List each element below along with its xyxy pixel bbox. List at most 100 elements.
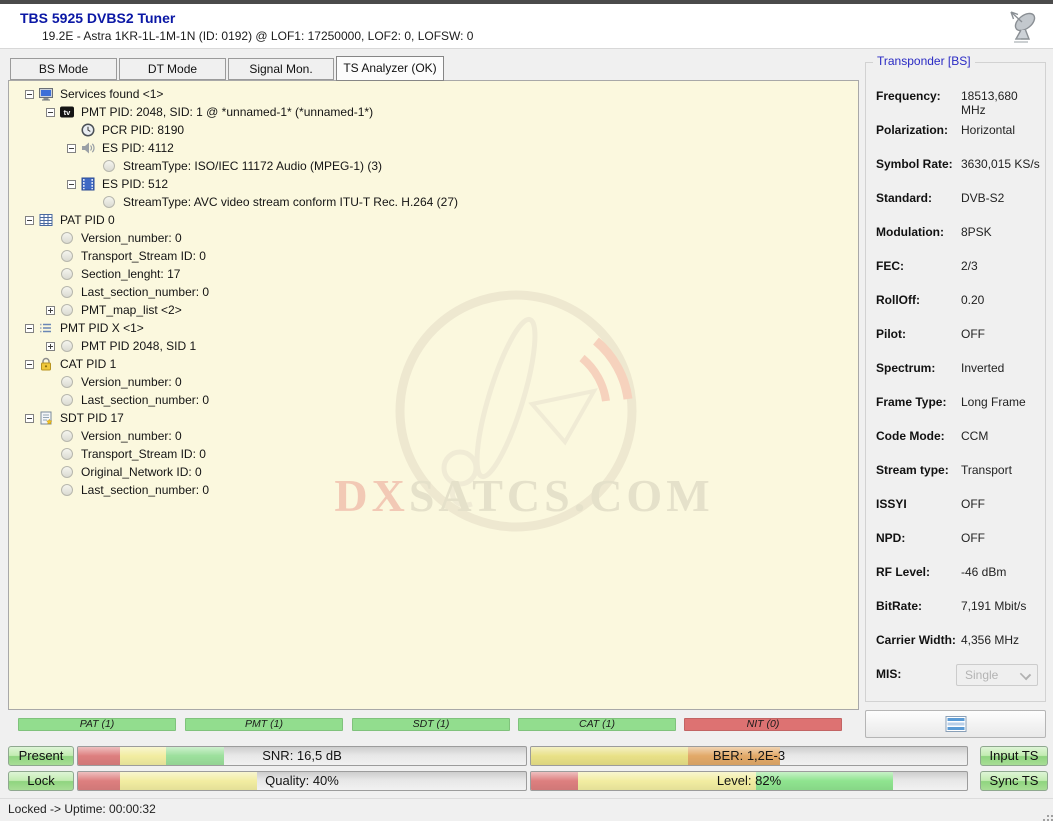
transponder-field-label: Modulation: bbox=[876, 225, 944, 239]
transponder-field-label: Carrier Width: bbox=[876, 633, 956, 647]
tree-row[interactable]: PCR PID: 8190 bbox=[9, 121, 858, 139]
tree-row[interactable]: Section_lenght: 17 bbox=[9, 265, 858, 283]
tree-row[interactable]: Last_section_number: 0 bbox=[9, 481, 858, 499]
transponder-field-label: Frame Type: bbox=[876, 395, 946, 409]
collapse-minus-icon[interactable] bbox=[67, 180, 76, 189]
expander-slot bbox=[46, 234, 59, 243]
transponder-groupbox: Transponder [BS] Frequency:18513,680 MHz… bbox=[865, 62, 1046, 702]
transponder-field-value: OFF bbox=[961, 497, 985, 511]
bullet-icon bbox=[59, 446, 75, 462]
quality-bar: Quality: 40% bbox=[77, 771, 527, 791]
transponder-field-value: OFF bbox=[961, 327, 985, 341]
tree-row[interactable]: ES PID: 4112 bbox=[9, 139, 858, 157]
tab-ts-analyzer[interactable]: TS Analyzer (OK) bbox=[336, 56, 444, 81]
tree-row[interactable]: Transport_Stream ID: 0 bbox=[9, 445, 858, 463]
expander-slot bbox=[25, 216, 38, 225]
bullet-icon bbox=[59, 392, 75, 408]
app-window: TBS 5925 DVBS2 Tuner 19.2E - Astra 1KR-1… bbox=[0, 0, 1053, 820]
pid-status-bar: NIT (0) bbox=[684, 718, 842, 731]
tree-item-label: StreamType: AVC video stream conform ITU… bbox=[121, 195, 460, 209]
input-ts-button[interactable]: Input TS bbox=[980, 746, 1048, 766]
transponder-field-row: Stream type:Transport bbox=[866, 463, 1045, 483]
bullet-icon bbox=[101, 194, 117, 210]
expander-slot bbox=[46, 306, 59, 315]
transponder-field-label: RollOff: bbox=[876, 293, 920, 307]
expander-slot bbox=[25, 324, 38, 333]
collapse-minus-icon[interactable] bbox=[25, 414, 34, 423]
tree-row[interactable]: ES PID: 512 bbox=[9, 175, 858, 193]
resize-grip[interactable] bbox=[1047, 815, 1049, 817]
snr-bar-text: SNR: 16,5 dB bbox=[78, 747, 526, 765]
tree-row[interactable]: Version_number: 0 bbox=[9, 427, 858, 445]
expand-plus-icon[interactable] bbox=[46, 306, 55, 315]
collapse-minus-icon[interactable] bbox=[25, 324, 34, 333]
transponder-field-value: DVB-S2 bbox=[961, 191, 1004, 205]
transponder-field-label: FEC: bbox=[876, 259, 904, 273]
tree-row[interactable]: SDT PID 17 bbox=[9, 409, 858, 427]
expander-slot bbox=[25, 414, 38, 423]
tab-bs-mode[interactable]: BS Mode bbox=[10, 58, 117, 80]
pat-icon bbox=[38, 212, 54, 228]
present-button[interactable]: Present bbox=[8, 746, 74, 766]
transponder-field-value: 18513,680 MHz bbox=[961, 89, 1045, 117]
tree-row[interactable]: tvPMT PID: 2048, SID: 1 @ *unnamed-1* (*… bbox=[9, 103, 858, 121]
transponder-field-row: Modulation:8PSK bbox=[866, 225, 1045, 245]
clock-icon bbox=[80, 122, 96, 138]
tree-row[interactable]: Version_number: 0 bbox=[9, 373, 858, 391]
tab-signal-mon[interactable]: Signal Mon. bbox=[228, 58, 334, 80]
collapse-minus-icon[interactable] bbox=[67, 144, 76, 153]
collapse-minus-icon[interactable] bbox=[25, 360, 34, 369]
expander-slot bbox=[25, 90, 38, 99]
bullet-icon bbox=[59, 230, 75, 246]
expander-slot bbox=[46, 486, 59, 495]
tree-item-label: PCR PID: 8190 bbox=[100, 123, 186, 137]
expander-slot bbox=[46, 108, 59, 117]
lock-button[interactable]: Lock bbox=[8, 771, 74, 791]
tree-row[interactable]: Last_section_number: 0 bbox=[9, 391, 858, 409]
transponder-field-row: FEC:2/3 bbox=[866, 259, 1045, 279]
tab-dt-mode[interactable]: DT Mode bbox=[119, 58, 226, 80]
tree-item-label: Transport_Stream ID: 0 bbox=[79, 249, 208, 263]
tree-row[interactable]: PMT PID 2048, SID 1 bbox=[9, 337, 858, 355]
tree-item-label: Transport_Stream ID: 0 bbox=[79, 447, 208, 461]
transponder-field-row: Frequency:18513,680 MHz bbox=[866, 89, 1045, 109]
tree-row[interactable]: CAT PID 1 bbox=[9, 355, 858, 373]
bullet-icon bbox=[59, 302, 75, 318]
tree-row[interactable]: Version_number: 0 bbox=[9, 229, 858, 247]
tree-row[interactable]: Original_Network ID: 0 bbox=[9, 463, 858, 481]
transponder-field-row: RollOff:0.20 bbox=[866, 293, 1045, 313]
ts-analyzer-tree-panel: DXSATCS.COM Services found <1>tvPMT PID:… bbox=[8, 80, 859, 710]
tree-row[interactable]: Last_section_number: 0 bbox=[9, 283, 858, 301]
collapse-minus-icon[interactable] bbox=[25, 90, 34, 99]
ber-bar-text: BER: 1,2E-3 bbox=[531, 747, 967, 765]
tree-row[interactable]: Services found <1> bbox=[9, 85, 858, 103]
tree-row[interactable]: Transport_Stream ID: 0 bbox=[9, 247, 858, 265]
tree-item-label: Version_number: 0 bbox=[79, 429, 184, 443]
tree-row[interactable]: PMT PID X <1> bbox=[9, 319, 858, 337]
collapse-minus-icon[interactable] bbox=[25, 216, 34, 225]
collapse-minus-icon[interactable] bbox=[46, 108, 55, 117]
transponder-field-label: Stream type: bbox=[876, 463, 949, 477]
tree-item-label: Last_section_number: 0 bbox=[79, 483, 211, 497]
expander-slot bbox=[46, 396, 59, 405]
expand-plus-icon[interactable] bbox=[46, 342, 55, 351]
sync-ts-button[interactable]: Sync TS bbox=[980, 771, 1048, 791]
ts-details-button[interactable] bbox=[865, 710, 1046, 738]
mis-select[interactable]: Single bbox=[956, 664, 1038, 686]
tree-row[interactable]: PMT_map_list <2> bbox=[9, 301, 858, 319]
tree-item-label: Version_number: 0 bbox=[79, 231, 184, 245]
transponder-field-row: Pilot:OFF bbox=[866, 327, 1045, 347]
level-bar-text: Level: 82% bbox=[531, 772, 967, 790]
expander-slot bbox=[46, 288, 59, 297]
tv-icon: tv bbox=[59, 104, 75, 120]
tree-item-label: CAT PID 1 bbox=[58, 357, 118, 371]
tree-row[interactable]: StreamType: ISO/IEC 11172 Audio (MPEG-1)… bbox=[9, 157, 858, 175]
tree-item-label: SDT PID 17 bbox=[58, 411, 126, 425]
transponder-field-value: Horizontal bbox=[961, 123, 1015, 137]
tree-item-label: PMT PID 2048, SID 1 bbox=[79, 339, 198, 353]
snr-bar: SNR: 16,5 dB bbox=[77, 746, 527, 766]
bullet-icon bbox=[59, 284, 75, 300]
tree-row[interactable]: PAT PID 0 bbox=[9, 211, 858, 229]
tree-item-label: PAT PID 0 bbox=[58, 213, 117, 227]
tree-row[interactable]: StreamType: AVC video stream conform ITU… bbox=[9, 193, 858, 211]
